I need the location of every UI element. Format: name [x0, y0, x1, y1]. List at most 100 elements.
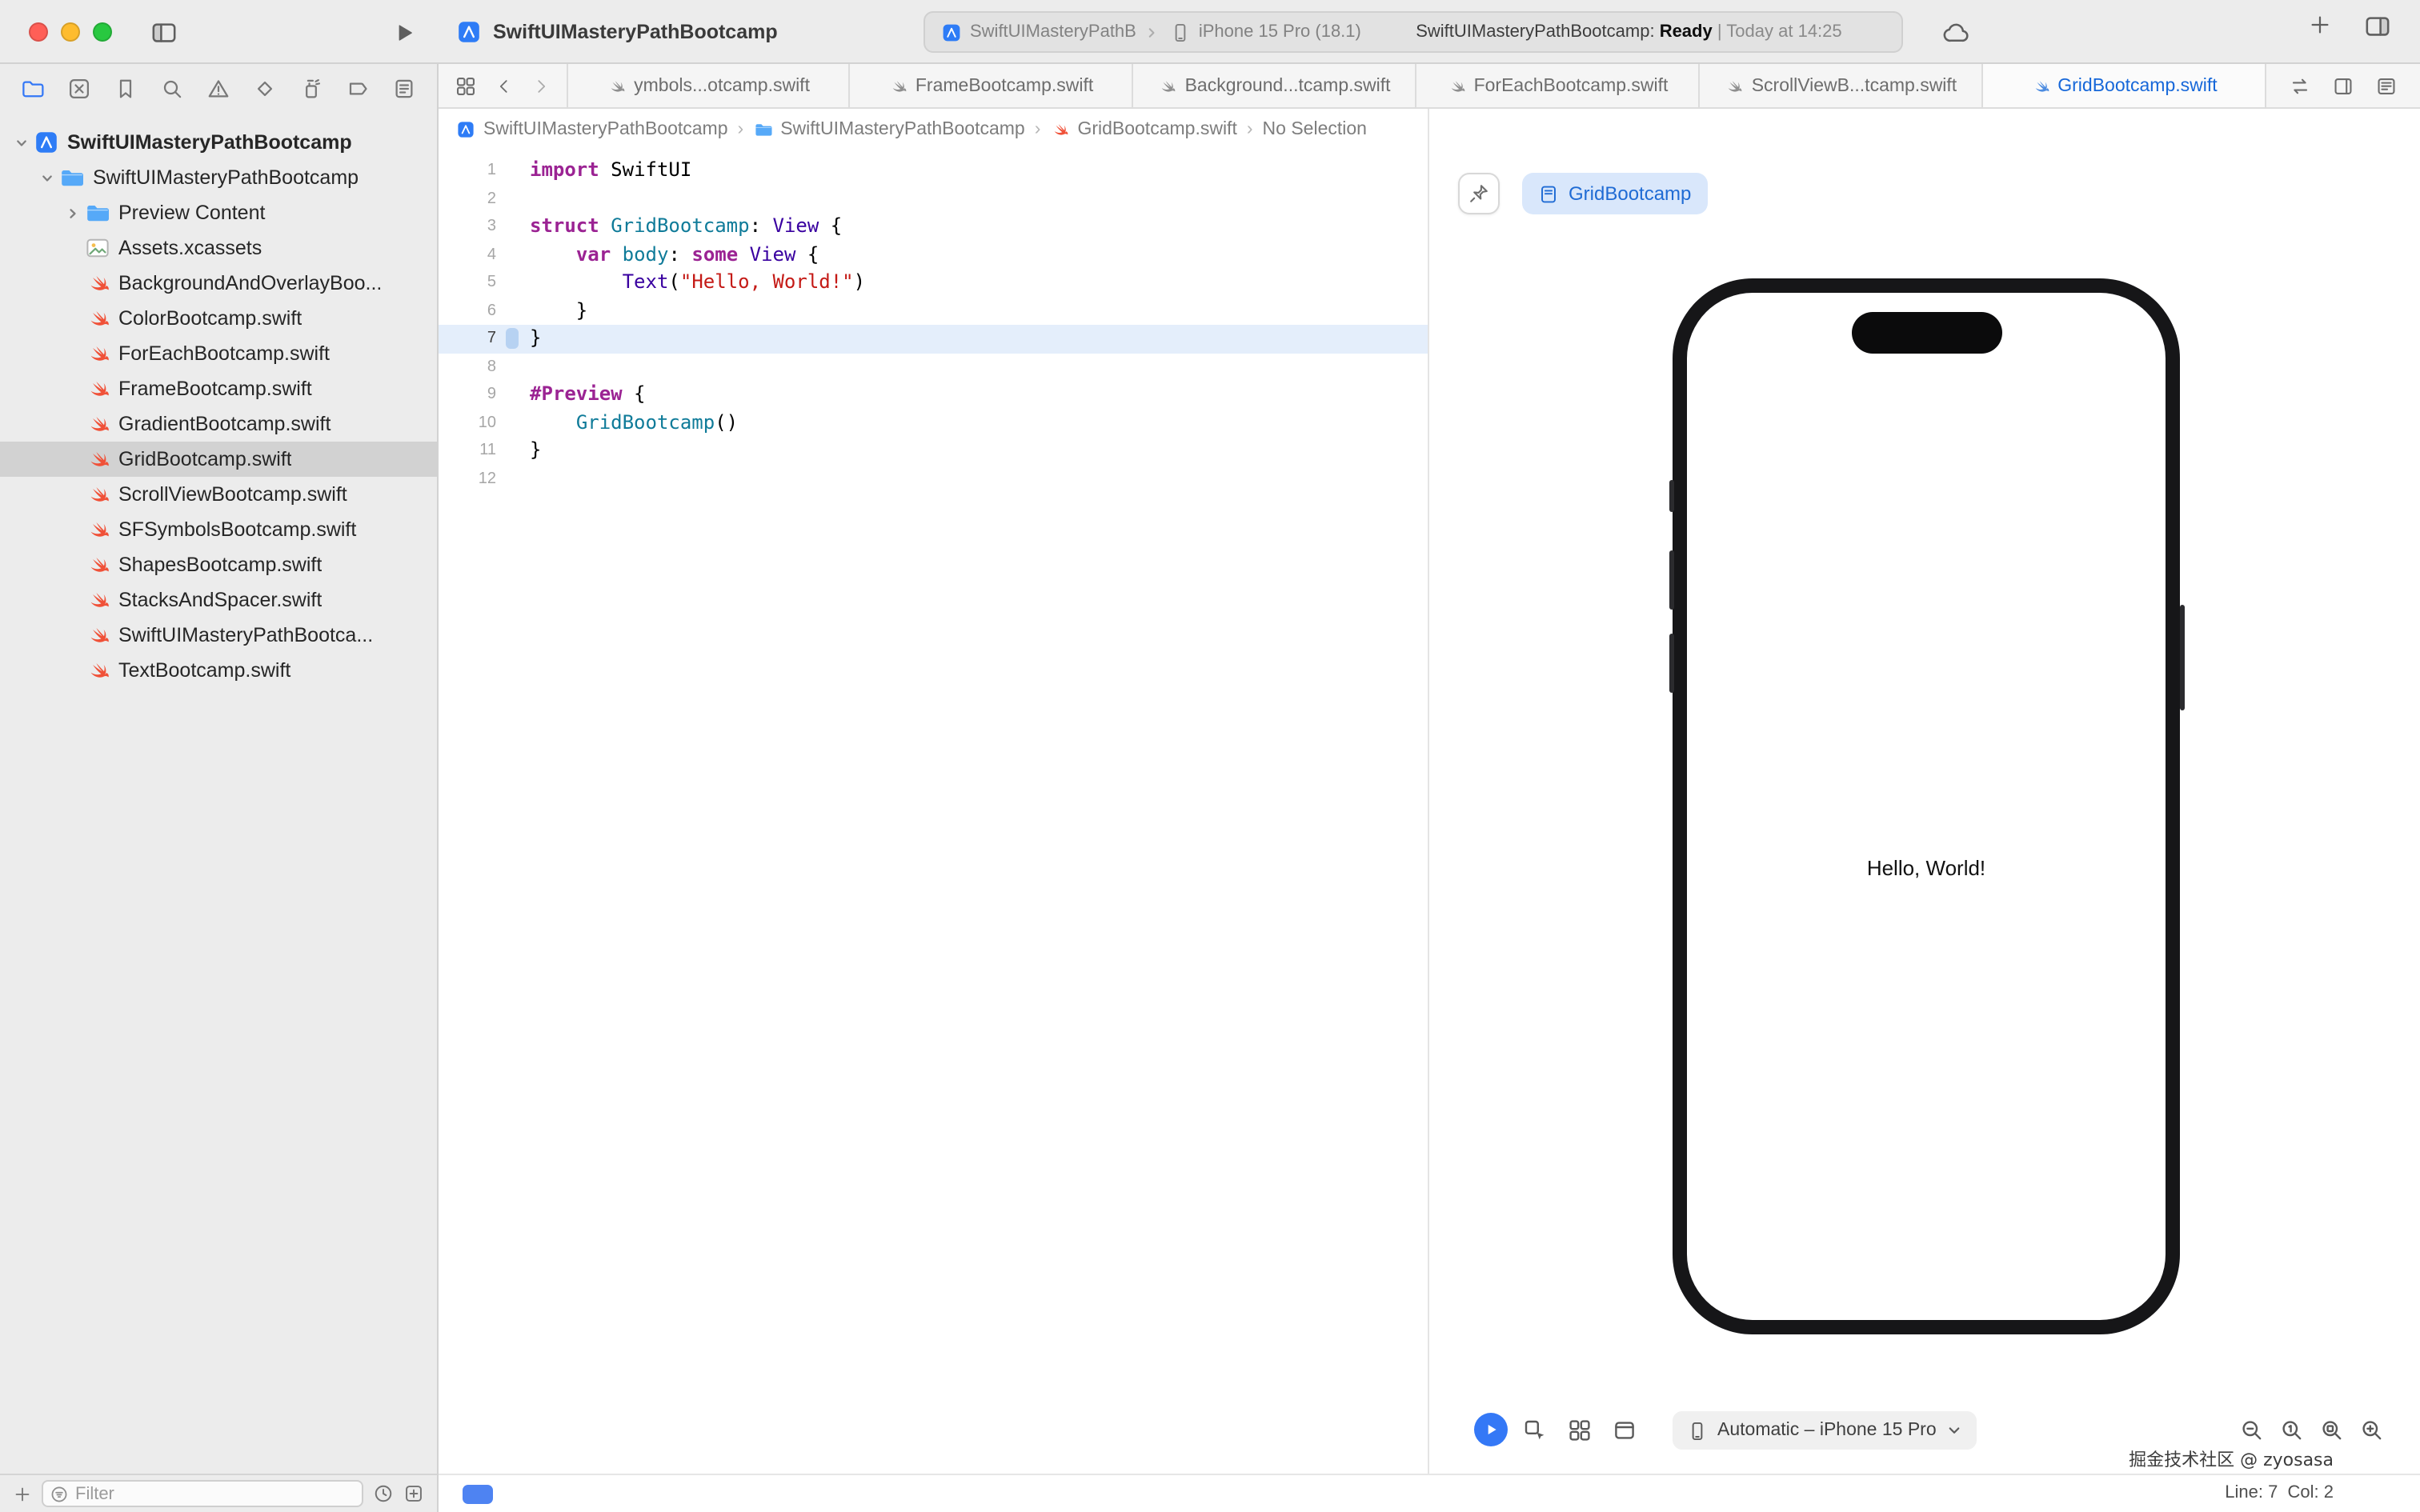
tree-item-swiftuimasterypathbootcamp[interactable]: SwiftUIMasteryPathBootcamp	[0, 125, 437, 160]
disclosure-right-icon[interactable]	[61, 202, 83, 224]
code-line-3[interactable]: 3 struct GridBootcamp: View {	[439, 213, 1428, 241]
navigator-find-button[interactable]	[160, 76, 184, 100]
tree-item-swiftuimasterypathbootcamp[interactable]: SwiftUIMasteryPathBootcamp	[0, 160, 437, 195]
zoom-out-icon[interactable]	[2239, 1418, 2265, 1443]
tree-item-textbootcamp-swift[interactable]: TextBootcamp.swift	[0, 653, 437, 688]
minimap-icon[interactable]	[2332, 74, 2354, 97]
scheme-selector[interactable]: SwiftUIMasteryPathB	[941, 22, 1159, 42]
line-number[interactable]: 5	[439, 269, 496, 297]
disclosure-down-icon[interactable]	[10, 131, 32, 154]
pin-preview-button[interactable]	[1458, 173, 1500, 214]
line-number[interactable]: 10	[439, 409, 496, 437]
code-line-9[interactable]: 9 #Preview {	[439, 381, 1428, 409]
tree-item-label: Preview Content	[118, 202, 266, 224]
tab-framebootcamp-swift[interactable]: FrameBootcamp.swift	[850, 64, 1134, 107]
tree-item-assets-xcassets[interactable]: Assets.xcassets	[0, 230, 437, 266]
add-filter-icon[interactable]	[403, 1483, 424, 1504]
tree-item-foreachbootcamp-swift[interactable]: ForEachBootcamp.swift	[0, 336, 437, 371]
navigator-reports-button[interactable]	[392, 76, 416, 100]
find-icon	[160, 76, 184, 100]
fullscreen-window-button[interactable]	[93, 22, 112, 42]
code-line-10[interactable]: 10 GridBootcamp()	[439, 409, 1428, 437]
tree-item-colorbootcamp-swift[interactable]: ColorBootcamp.swift	[0, 301, 437, 336]
tab-background-tcamp-swift[interactable]: Background...tcamp.swift	[1133, 64, 1417, 107]
device-settings-icon[interactable]	[1612, 1418, 1637, 1443]
line-number[interactable]: 12	[439, 465, 496, 493]
build-status-time: | Today at 14:25	[1717, 22, 1842, 42]
filter-input[interactable]	[75, 1484, 355, 1503]
code-line-11[interactable]: 11}	[439, 437, 1428, 465]
line-number[interactable]: 8	[439, 353, 496, 381]
navigator-tests-button[interactable]	[253, 76, 277, 100]
destination-selector[interactable]: iPhone 15 Pro (18.1)	[1170, 22, 1361, 42]
forward-icon[interactable]	[531, 76, 551, 95]
breadcrumb-item-gridbootcamp-swift[interactable]: GridBootcamp.swift	[1050, 120, 1237, 139]
live-preview-button[interactable]	[1474, 1413, 1508, 1446]
navigator-issues-button[interactable]	[206, 76, 230, 100]
zoom-actual-icon[interactable]	[2279, 1418, 2305, 1443]
line-number[interactable]: 3	[439, 213, 496, 241]
line-number[interactable]: 2	[439, 185, 496, 213]
tree-item-backgroundandoverlayboo[interactable]: BackgroundAndOverlayBoo...	[0, 266, 437, 301]
disclosure-down-icon[interactable]	[35, 166, 58, 189]
breadcrumb-item-swiftuimasterypathbootcamp[interactable]: SwiftUIMasteryPathBootcamp	[753, 120, 1025, 139]
tree-item-shapesbootcamp-swift[interactable]: ShapesBootcamp.swift	[0, 547, 437, 582]
code-line-7[interactable]: 7}	[439, 325, 1428, 353]
toggle-navigator-button[interactable]	[144, 13, 182, 51]
navigator-breakpoints-button[interactable]	[346, 76, 370, 100]
code-line-4[interactable]: 4 var body: some View {	[439, 241, 1428, 269]
editor-options-icon[interactable]	[2375, 74, 2398, 97]
tree-item-gridbootcamp-swift[interactable]: GridBootcamp.swift	[0, 442, 437, 477]
code-review-icon[interactable]	[2289, 74, 2311, 97]
line-number[interactable]: 7	[439, 325, 496, 353]
tab-ymbols-otcamp-swift[interactable]: ymbols...otcamp.swift	[567, 64, 851, 107]
editors-grid-icon[interactable]	[455, 74, 477, 97]
breadcrumb-item-no-selection[interactable]: No Selection	[1263, 120, 1367, 139]
back-icon[interactable]	[495, 76, 514, 95]
preview-grid-icon[interactable]	[1567, 1418, 1593, 1443]
close-window-button[interactable]	[29, 22, 48, 42]
navigator-bookmarks-button[interactable]	[114, 76, 138, 100]
code-line-5[interactable]: 5 Text("Hello, World!")	[439, 269, 1428, 297]
tree-item-preview-content[interactable]: Preview Content	[0, 195, 437, 230]
zoom-fit-icon[interactable]	[2319, 1418, 2345, 1443]
device-screen[interactable]: Hello, World!	[1687, 293, 2166, 1320]
tree-item-framebootcamp-swift[interactable]: FrameBootcamp.swift	[0, 371, 437, 406]
line-number[interactable]: 11	[439, 437, 496, 465]
navigator-debug-button[interactable]	[299, 76, 323, 100]
zoom-in-icon[interactable]	[2359, 1418, 2385, 1443]
code-editor[interactable]: 1 import SwiftUI 2 3 struct GridBootcamp: Vi…	[439, 150, 1428, 1474]
add-tab-icon[interactable]	[2308, 13, 2332, 37]
inspector-toggle-icon[interactable]	[2364, 13, 2391, 40]
navigator-project-navigator-button[interactable]	[21, 76, 45, 100]
tree-item-stacksandspacer-swift[interactable]: StacksAndSpacer.swift	[0, 582, 437, 618]
line-number[interactable]: 1	[439, 157, 496, 185]
run-button[interactable]	[384, 13, 423, 51]
tab-foreachbootcamp-swift[interactable]: ForEachBootcamp.swift	[1416, 64, 1700, 107]
line-number[interactable]: 4	[439, 241, 496, 269]
preview-variants-icon[interactable]	[1522, 1418, 1548, 1443]
tree-item-swiftuimasterypathbootca[interactable]: SwiftUIMasteryPathBootca...	[0, 618, 437, 653]
code-line-2[interactable]: 2	[439, 185, 1428, 213]
recents-clock-icon[interactable]	[373, 1483, 394, 1504]
tree-item-scrollviewbootcamp-swift[interactable]: ScrollViewBootcamp.swift	[0, 477, 437, 512]
filter-field[interactable]	[42, 1480, 363, 1507]
tab-scrollviewb-tcamp-swift[interactable]: ScrollViewB...tcamp.swift	[1700, 64, 1983, 107]
code-line-6[interactable]: 6 }	[439, 297, 1428, 325]
preview-tab[interactable]: GridBootcamp	[1522, 173, 1708, 214]
tree-item-gradientbootcamp-swift[interactable]: GradientBootcamp.swift	[0, 406, 437, 442]
navigator-source-control-button[interactable]	[67, 76, 91, 100]
add-item-icon[interactable]	[13, 1484, 32, 1503]
cloud-sync-button[interactable]	[1937, 13, 1975, 51]
minimize-window-button[interactable]	[61, 22, 80, 42]
tree-item-sfsymbolsbootcamp-swift[interactable]: SFSymbolsBootcamp.swift	[0, 512, 437, 547]
code-line-12[interactable]: 12	[439, 465, 1428, 493]
device-selector[interactable]: Automatic – iPhone 15 Pro	[1673, 1411, 1977, 1450]
line-number[interactable]: 9	[439, 381, 496, 409]
breadcrumb-item-swiftuimasterypathbootcamp[interactable]: SwiftUIMasteryPathBootcamp	[456, 120, 728, 139]
line-number[interactable]: 6	[439, 297, 496, 325]
breakpoints-pill-icon[interactable]	[463, 1485, 493, 1504]
tab-gridbootcamp-swift[interactable]: GridBootcamp.swift	[1982, 64, 2266, 107]
code-line-1[interactable]: 1 import SwiftUI	[439, 157, 1428, 185]
code-line-8[interactable]: 8	[439, 353, 1428, 381]
